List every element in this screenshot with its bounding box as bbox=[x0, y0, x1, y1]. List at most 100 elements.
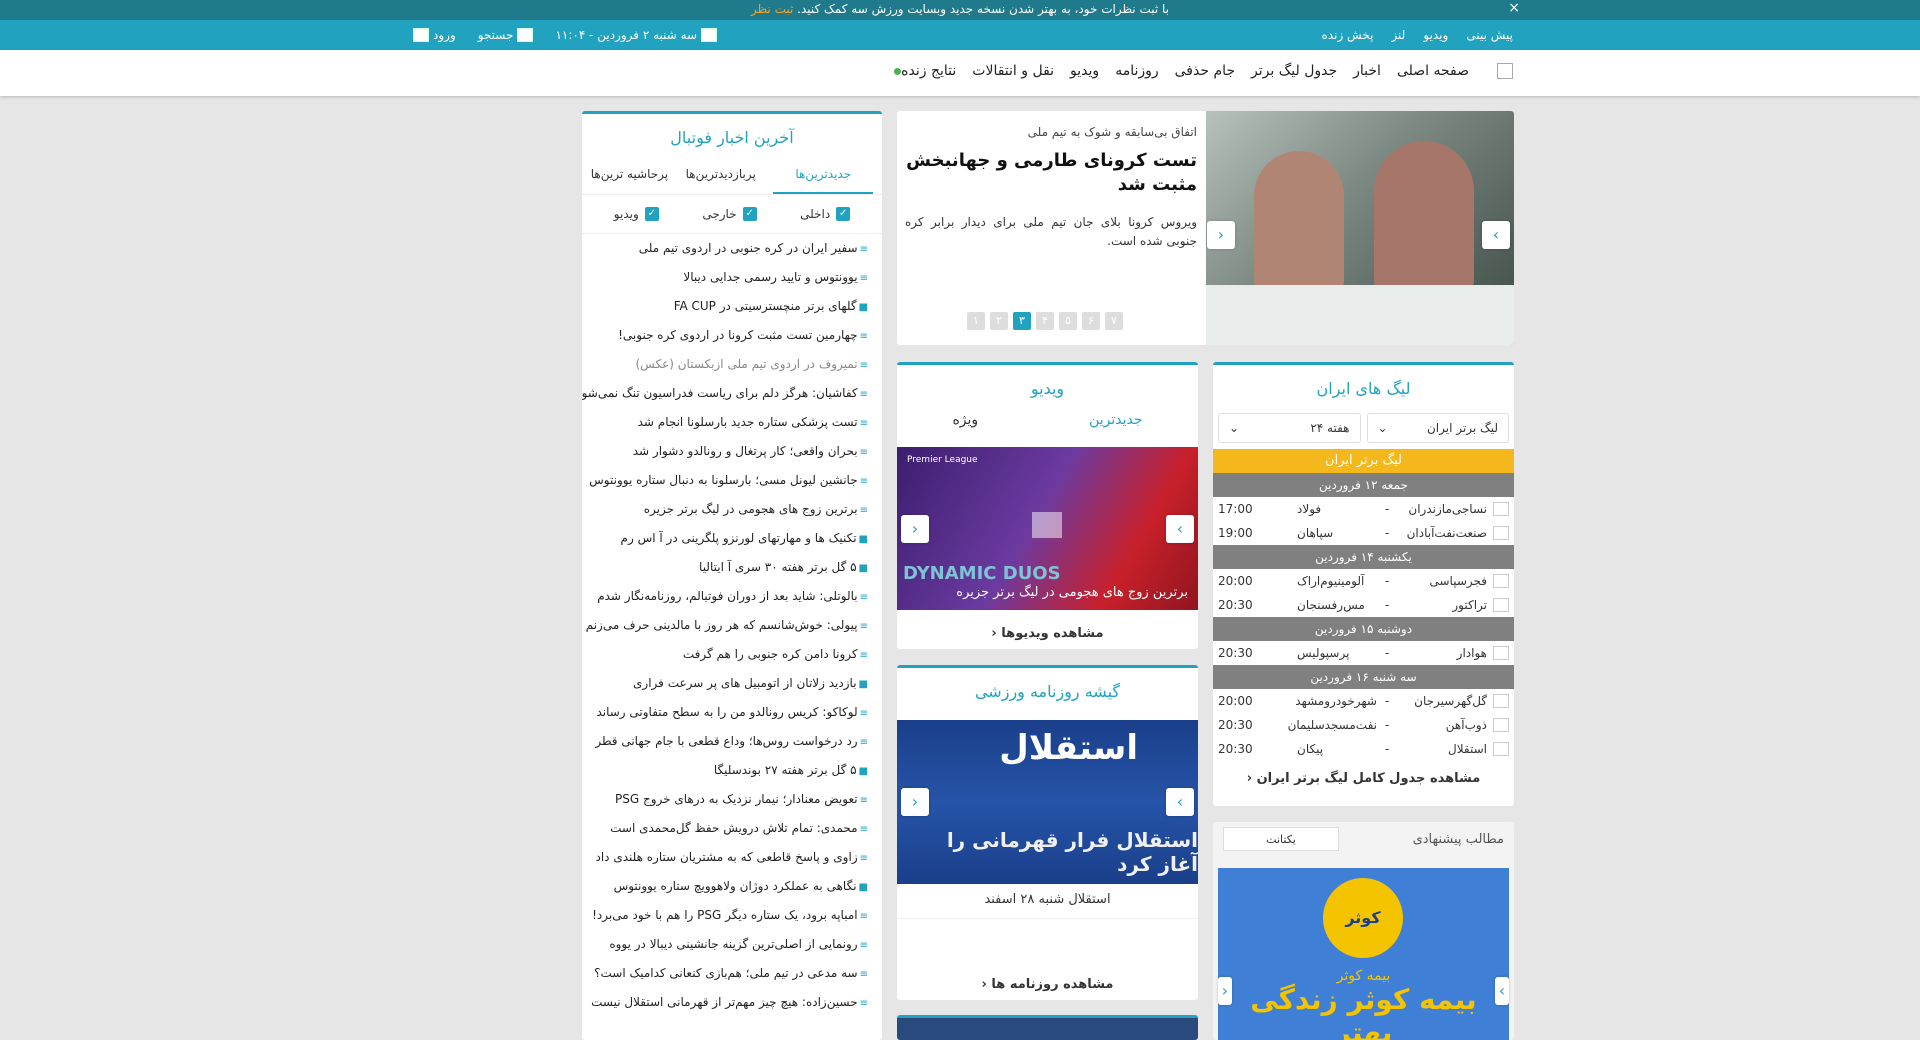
nav-live-results[interactable]: نتایج زنده bbox=[889, 63, 956, 79]
news-item[interactable]: ≡تمیروف در اردوی تیم ملی ازبکستان (عکس) bbox=[582, 350, 868, 379]
slider-prev-icon[interactable]: ‹ bbox=[1207, 221, 1235, 249]
nav-newspaper[interactable]: روزنامه bbox=[1115, 63, 1158, 79]
video-prev-icon[interactable]: ‹ bbox=[901, 515, 929, 543]
reco-prev-icon[interactable]: ‹ bbox=[1218, 977, 1232, 1005]
fixture-row[interactable]: هوادار - پرسپولیس 20:30 bbox=[1213, 641, 1514, 665]
news-item[interactable]: ■۵ گل برتر هفته ۳۰ سری آ ایتالیا bbox=[582, 553, 868, 582]
news-item[interactable]: ■گلهای برتر منچسترسیتی در FA CUP bbox=[582, 292, 868, 321]
nav-news[interactable]: اخبار bbox=[1353, 63, 1381, 79]
news-item[interactable]: ≡لوکاکو: کریس رونالدو من را به سطح متفاو… bbox=[582, 698, 868, 727]
week-select[interactable]: هفته ۲۴ ⌄ bbox=[1218, 413, 1361, 443]
news-item[interactable]: ≡حسین‌زاده: هیچ چیز مهم‌تر از قهرمانی اس… bbox=[582, 988, 868, 1017]
article-icon: ≡ bbox=[859, 331, 868, 342]
nav-live[interactable]: پخش زنده bbox=[1322, 28, 1374, 42]
tab-video-newest[interactable]: جدیدترین bbox=[1089, 412, 1142, 428]
news-item-text: زاوی و پاسخ قاطعی که به مشتریان ستاره هل… bbox=[595, 850, 858, 864]
news-item[interactable]: ■تکنیک ها و مهارتهای لورنزو پلگرینی در آ… bbox=[582, 524, 868, 553]
nav-video-main[interactable]: ویدیو bbox=[1070, 63, 1099, 79]
play-icon[interactable] bbox=[1032, 512, 1062, 538]
paper-next-icon[interactable]: › bbox=[1166, 788, 1194, 816]
paper-prev-icon[interactable]: ‹ bbox=[901, 788, 929, 816]
news-item[interactable]: ≡برترین زوج های هجومی در لیگ برتر جزیره bbox=[582, 495, 868, 524]
away-team: شهرخودرومشهد bbox=[1295, 694, 1377, 708]
fixture-row[interactable]: ذوب‌آهن - نفت‌مسجدسلیمان 20:30 bbox=[1213, 713, 1514, 737]
slider-next-icon[interactable]: › bbox=[1482, 221, 1510, 249]
fixture-row[interactable]: فجرسپاسی - آلومینیوم‌اراک 20:00 bbox=[1213, 569, 1514, 593]
video-next-icon[interactable]: › bbox=[1166, 515, 1194, 543]
slider-dot[interactable]: ۶ bbox=[1082, 312, 1100, 330]
ad-banner[interactable]: کوثر بیمه کوثر بیمه کوثر زندگی بهتر bbox=[1218, 868, 1509, 1040]
fixture-row[interactable]: استقلال - پیکان 20:30 bbox=[1213, 737, 1514, 761]
filter-foreign[interactable]: ✓ خارجی bbox=[702, 207, 757, 221]
featured-headline[interactable]: تست کرونای طارمی و جهانبخش مثبت شد bbox=[905, 149, 1197, 197]
news-item[interactable]: ≡کفاشیان: هرگز دلم برای ریاست فدراسیون ت… bbox=[582, 379, 868, 408]
team-logo-icon bbox=[1493, 646, 1509, 660]
full-table-link[interactable]: مشاهده جدول کامل لیگ برتر ایران ‹ bbox=[1213, 771, 1514, 786]
news-item[interactable]: ■بازدید زلاتان از اتومبیل های پر سرعت فر… bbox=[582, 669, 868, 698]
video-caption: برترین زوج های هجومی در لیگ برتر جزیره bbox=[956, 585, 1188, 600]
news-item[interactable]: ≡کرونا دامن کره جنوبی را هم گرفت bbox=[582, 640, 868, 669]
nav-video[interactable]: ویدیو bbox=[1423, 28, 1448, 42]
league-select[interactable]: لیگ برتر ایران ⌄ bbox=[1366, 413, 1509, 443]
tab-video-special[interactable]: ویژه bbox=[952, 412, 978, 428]
tab-most-controversial[interactable]: پرحاشیه ترین‌ها bbox=[591, 167, 668, 194]
all-papers-link[interactable]: مشاهده روزنامه ها ‹ bbox=[897, 977, 1198, 992]
filter-domestic[interactable]: ✓ داخلی bbox=[800, 207, 851, 221]
news-item[interactable]: ≡رد درخواست روس‌ها؛ وداع قطعی با جام جها… bbox=[582, 727, 868, 756]
checkbox-icon[interactable]: ✓ bbox=[836, 207, 851, 221]
news-item[interactable]: ≡تست پزشکی ستاره جدید بارسلونا انجام شد bbox=[582, 408, 868, 437]
news-item[interactable]: ≡تعویض معنادار؛ نیمار نزدیک به درهای خرو… bbox=[582, 785, 868, 814]
newspaper-cover[interactable]: استقلال استقلال فرار قهرمانی را آغاز کرد bbox=[897, 720, 1198, 884]
news-item[interactable]: ≡سه مدعی در تیم ملی؛ هم‌بازی کنعانی کدام… bbox=[582, 959, 868, 988]
latest-news-panel: آخرین اخبار فوتبال جدیدترین‌ها پربازدیدت… bbox=[582, 111, 882, 1040]
fixture-row[interactable]: تراکتور - مس‌رفسنجان 20:30 bbox=[1213, 593, 1514, 617]
news-item[interactable]: ≡محمدی: تمام تلاش درویش حفظ گل‌محمدی است bbox=[582, 814, 868, 843]
news-item[interactable]: ≡امباپه برود، یک ستاره دیگر PSG را هم با… bbox=[582, 901, 868, 930]
checkbox-icon[interactable]: ✓ bbox=[644, 207, 659, 221]
nav-cup[interactable]: جام حذفی bbox=[1175, 63, 1235, 79]
news-item[interactable]: ■۵ گل برتر هفته ۲۷ بوندسلیگا bbox=[582, 756, 868, 785]
nav-transfers[interactable]: نقل و انتقالات bbox=[972, 63, 1054, 79]
filter-video[interactable]: ✓ ویدیو bbox=[614, 207, 659, 221]
news-item[interactable]: ≡سفیر ایران در کره جنوبی در اردوی تیم مل… bbox=[582, 234, 868, 263]
fixture-row[interactable]: گل‌گهرسیرجان - شهرخودرومشهد 20:00 bbox=[1213, 689, 1514, 713]
slider-dot[interactable]: ۱ bbox=[967, 312, 985, 330]
news-item[interactable]: ≡بحران واقعی؛ کار پرتغال و رونالدو دشوار… bbox=[582, 437, 868, 466]
slider-dot[interactable]: ۲ bbox=[990, 312, 1008, 330]
news-item[interactable]: ≡یوونتوس و تایید رسمی جدایی دیبالا bbox=[582, 263, 868, 292]
slider-pagination[interactable]: ۷۶۵۴۳۲۱ bbox=[967, 312, 1123, 330]
match-time: 20:00 bbox=[1218, 694, 1253, 708]
checkbox-icon[interactable]: ✓ bbox=[742, 207, 757, 221]
login-button[interactable]: ورود bbox=[413, 28, 456, 42]
nav-lens[interactable]: لنز bbox=[1391, 28, 1405, 42]
fixture-row[interactable]: صنعت‌نفت‌آبادان - سپاهان 19:00 bbox=[1213, 521, 1514, 545]
slider-dot[interactable]: ۵ bbox=[1059, 312, 1077, 330]
slider-dot[interactable]: ۳ bbox=[1013, 312, 1031, 330]
news-item[interactable]: ≡پیولی: خوش‌شانسم که هر روز با مالدینی ح… bbox=[582, 611, 868, 640]
slider-dot[interactable]: ۷ bbox=[1105, 312, 1123, 330]
search-button[interactable]: جستجو bbox=[478, 28, 534, 42]
news-list[interactable]: ≡سفیر ایران در کره جنوبی در اردوی تیم مل… bbox=[582, 234, 882, 1017]
nav-home[interactable]: صفحه اصلی bbox=[1397, 63, 1469, 79]
feedback-link[interactable]: ثبت نظر bbox=[751, 2, 793, 16]
yektanet-logo[interactable]: یکتانت bbox=[1223, 827, 1339, 851]
reco-next-icon[interactable]: › bbox=[1495, 977, 1509, 1005]
news-item[interactable]: ≡جانشین لیونل مسی؛ بارسلونا به دنبال ستا… bbox=[582, 466, 868, 495]
tab-newest[interactable]: جدیدترین‌ها bbox=[773, 167, 874, 194]
news-item[interactable]: ■نگاهی به عملکرد دوژان ولاهوویچ ستاره یو… bbox=[582, 872, 868, 901]
news-item-text: کرونا دامن کره جنوبی را هم گرفت bbox=[682, 647, 858, 661]
nav-league-table[interactable]: جدول لیگ برتر bbox=[1251, 63, 1337, 79]
video-thumbnail[interactable]: Premier League DYNAMIC DUOS برترین زوج ه… bbox=[897, 447, 1198, 610]
tab-most-viewed[interactable]: پربازدیدترین‌ها bbox=[686, 167, 756, 194]
featured-photo[interactable] bbox=[1206, 111, 1514, 345]
news-item[interactable]: ≡زاوی و پاسخ قاطعی که به مشتریان ستاره ه… bbox=[582, 843, 868, 872]
site-logo[interactable] bbox=[1497, 63, 1513, 79]
news-item[interactable]: ≡رونمایی از اصلی‌ترین گزینه جانشینی دیبا… bbox=[582, 930, 868, 959]
news-item[interactable]: ≡چهارمین تست مثبت کرونا در اردوی کره جنو… bbox=[582, 321, 868, 350]
news-item[interactable]: ≡بالوتلی: شاید بعد از دوران فوتبالم، روز… bbox=[582, 582, 868, 611]
nav-predictions[interactable]: پیش بینی bbox=[1466, 28, 1513, 42]
all-videos-link[interactable]: مشاهده ویدیوها ‹ bbox=[897, 626, 1198, 641]
fixture-day: دوشنبه ۱۵ فروردین bbox=[1213, 617, 1514, 641]
fixture-row[interactable]: نساجی‌مازندران - فولاد 17:00 bbox=[1213, 497, 1514, 521]
slider-dot[interactable]: ۴ bbox=[1036, 312, 1054, 330]
